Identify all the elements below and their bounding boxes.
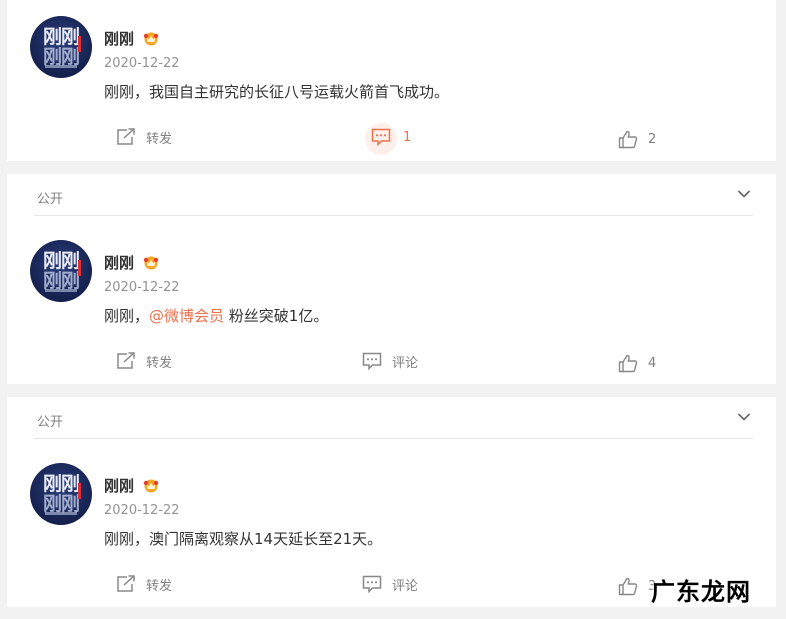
avatar[interactable]: 刚刚 刚刚 <box>30 463 92 525</box>
post-card: 刚刚 刚刚 刚刚 2020-12-22 刚刚，我国自主研究的长征八号运载火箭首飞… <box>7 0 776 161</box>
post-content: 刚刚，@微博会员 粉丝突破1亿。 <box>104 307 329 325</box>
comment-button[interactable]: 1 <box>365 123 411 155</box>
comment-button[interactable]: 评论 <box>362 573 418 595</box>
visibility-label: 公开 <box>37 415 64 430</box>
card-header: 公开 <box>34 174 753 216</box>
mention-link[interactable]: @微博会员 <box>149 307 224 325</box>
like-icon <box>618 354 638 372</box>
share-icon <box>117 575 135 592</box>
comment-icon <box>362 575 382 593</box>
post-card: 公开 刚刚 刚刚 刚刚 2020-12-22 刚刚，@微博会员 粉丝突破1亿。 … <box>7 174 776 384</box>
post-date[interactable]: 2020-12-22 <box>104 280 180 295</box>
post-date[interactable]: 2020-12-22 <box>104 56 180 71</box>
like-button[interactable]: 4 <box>618 352 656 374</box>
comment-button[interactable]: 评论 <box>362 350 418 372</box>
vip-crown-icon[interactable] <box>142 477 160 493</box>
chevron-down-icon[interactable] <box>737 410 751 424</box>
visibility-label: 公开 <box>37 192 64 207</box>
post-content: 刚刚，澳门隔离观察从14天延长至21天。 <box>104 530 383 548</box>
author-name[interactable]: 刚刚 <box>104 252 134 273</box>
repost-button[interactable]: 转发 <box>116 126 172 148</box>
card-header: 公开 <box>34 397 753 439</box>
like-button[interactable]: 2 <box>618 128 656 150</box>
comment-icon <box>371 128 391 146</box>
site-watermark: 广东龙网 <box>651 578 751 606</box>
author-name[interactable]: 刚刚 <box>104 28 134 49</box>
like-icon <box>618 130 638 148</box>
share-icon <box>117 128 135 145</box>
avatar[interactable]: 刚刚 刚刚 <box>30 240 92 302</box>
post-date[interactable]: 2020-12-22 <box>104 503 180 518</box>
like-icon <box>618 577 638 595</box>
repost-button[interactable]: 转发 <box>116 573 172 595</box>
avatar[interactable]: 刚刚 刚刚 <box>30 16 92 78</box>
comment-icon <box>362 352 382 370</box>
vip-crown-icon[interactable] <box>142 30 160 46</box>
chevron-down-icon[interactable] <box>737 187 751 201</box>
author-name[interactable]: 刚刚 <box>104 475 134 496</box>
repost-button[interactable]: 转发 <box>116 350 172 372</box>
share-icon <box>117 352 135 369</box>
post-content: 刚刚，我国自主研究的长征八号运载火箭首飞成功。 <box>104 83 450 101</box>
vip-crown-icon[interactable] <box>142 254 160 270</box>
